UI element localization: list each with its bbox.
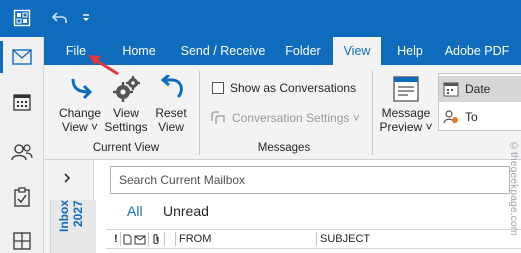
filter-all[interactable]: All (127, 203, 143, 219)
change-view-line2: View ˅ (61, 120, 99, 134)
outlook-grid-icon[interactable] (12, 8, 32, 28)
change-view-line1: Change (58, 106, 102, 120)
watermark-text: ©thegeekpage.com (508, 140, 520, 236)
view-settings-line1: View (113, 106, 139, 120)
filter-unread[interactable]: Unread (163, 203, 209, 219)
group-label-messages: Messages (257, 142, 311, 154)
annotation-arrow (88, 55, 119, 76)
column-separator (148, 232, 149, 246)
column-separator (164, 232, 165, 246)
reset-view-button[interactable]: Reset View (150, 75, 192, 134)
folder-vertical-tab[interactable]: Inbox 2027 (50, 200, 96, 253)
message-preview-line1: Message (381, 106, 431, 120)
folder-label: Inbox 2027 (57, 200, 85, 232)
chevron-right-icon (64, 173, 71, 183)
tab-view[interactable]: View (333, 37, 381, 65)
view-settings-button[interactable]: View Settings (102, 75, 150, 134)
qat-dropdown-icon[interactable] (78, 8, 94, 28)
group-separator (372, 71, 373, 155)
view-settings-line2: Settings (104, 120, 148, 134)
rail-item-people[interactable] (0, 134, 44, 170)
title-bar (44, 0, 521, 37)
conversation-settings-label: Conversation Settings ˅ (232, 111, 360, 125)
column-separator (120, 232, 121, 246)
rail-item-tasks[interactable] (0, 179, 44, 215)
change-view-button[interactable]: Change View ˅ (52, 75, 108, 134)
column-from[interactable]: FROM (179, 230, 211, 248)
rail-item-apps[interactable] (0, 223, 44, 253)
column-subject[interactable]: SUBJECT (320, 230, 370, 248)
app-rail (0, 0, 44, 253)
paperclip-icon[interactable] (152, 233, 160, 251)
rail-item-mail[interactable] (0, 39, 44, 75)
column-importance[interactable]: ! (114, 230, 118, 248)
reset-view-line2: View (158, 120, 184, 134)
document-icon[interactable] (123, 233, 132, 251)
reset-icon (160, 75, 183, 99)
tasks-icon (14, 187, 30, 207)
search-input[interactable]: Search Current Mailbox (110, 166, 510, 194)
show-as-conversations-label: Show as Conversations (230, 81, 357, 95)
calendar-sort-icon (443, 82, 459, 97)
tab-help[interactable]: Help (390, 37, 430, 65)
message-preview-line2: Preview ˅ (379, 120, 433, 134)
rail-item-calendar[interactable] (0, 84, 44, 120)
checkbox-box (212, 82, 224, 94)
message-preview-icon (393, 76, 419, 102)
expand-folder-pane-button[interactable] (62, 172, 72, 187)
tab-folder[interactable]: Folder (278, 37, 328, 65)
mail-icon (12, 49, 32, 65)
apps-grid-icon (13, 232, 31, 250)
arrange-to-button[interactable]: To (439, 104, 521, 130)
tab-send-receive[interactable]: Send / Receive (177, 37, 269, 65)
arrange-date-label: Date (465, 82, 491, 96)
message-list-header: ! FROM SUBJECT (106, 229, 521, 249)
rail-header (0, 0, 44, 37)
conversation-settings-button[interactable]: Conversation Settings ˅ (210, 111, 360, 125)
person-to-icon (443, 110, 458, 124)
arrangement-gallery: Date To (438, 73, 521, 131)
envelope-icon[interactable] (134, 233, 146, 251)
column-separator (316, 232, 317, 246)
group-separator (199, 71, 200, 155)
tab-adobe-pdf[interactable]: Adobe PDF (437, 37, 517, 65)
people-icon (11, 144, 33, 161)
arrange-date-button[interactable]: Date (439, 76, 521, 102)
undo-icon[interactable] (50, 8, 70, 28)
column-separator (175, 232, 176, 246)
calendar-icon (13, 94, 31, 111)
message-preview-button[interactable]: Message Preview ˅ (378, 75, 434, 134)
group-label-current-view: Current View (92, 142, 160, 154)
conversation-settings-icon (211, 111, 225, 124)
arrange-to-label: To (465, 110, 478, 124)
show-as-conversations-checkbox[interactable]: Show as Conversations (212, 81, 356, 95)
reset-view-line1: Reset (155, 106, 187, 120)
